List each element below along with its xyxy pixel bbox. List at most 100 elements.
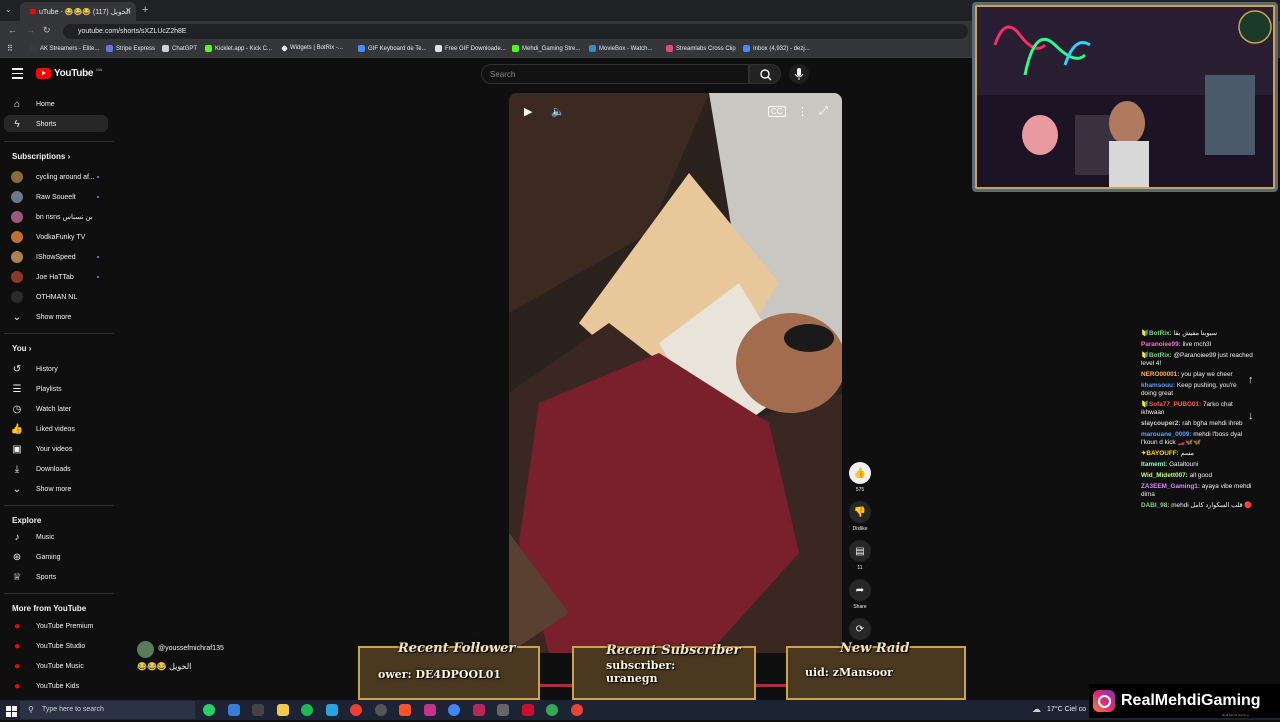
bookmark-item[interactable]: ChatGPT [162, 45, 197, 52]
subscription-item[interactable]: VodkaFunky TV [11, 230, 85, 244]
weather-icon[interactable]: ☁ [1032, 704, 1041, 715]
bookmark-item[interactable]: GIF Keyboard de Te... [358, 45, 427, 52]
apps-icon[interactable]: ⠿ [7, 44, 13, 53]
app-icon[interactable] [522, 704, 534, 716]
spotify-icon[interactable] [301, 704, 313, 716]
app-icon[interactable] [473, 704, 485, 716]
channel-avatar [11, 251, 23, 263]
obs-icon[interactable] [375, 704, 387, 716]
share-action[interactable]: ➦ Share [849, 579, 871, 610]
share-label: Share [853, 604, 867, 610]
tab-search-icon[interactable]: ⌄ [5, 5, 12, 14]
stream-chat: 🔰BotRix: سيوبنا مفيش بقا Paranoiee99: li… [1141, 330, 1253, 513]
whatsapp-icon[interactable] [203, 704, 215, 716]
app-icon[interactable] [252, 704, 264, 716]
brave-icon[interactable] [399, 704, 411, 716]
remix-action[interactable]: ⟳ [849, 618, 871, 643]
arrow-down-icon[interactable]: ↓ [1248, 410, 1254, 422]
history-icon: ↺ [12, 363, 22, 375]
bookmark-item[interactable]: Streamlabs Cross Clip [666, 45, 736, 52]
share-icon[interactable]: ➦ [849, 579, 871, 601]
file-explorer-icon[interactable] [228, 704, 240, 716]
sidebar-item-youtube-studio[interactable]: ● YouTube Studio [11, 639, 85, 653]
forward-icon[interactable]: → [26, 25, 35, 35]
new-tab-icon[interactable]: + [142, 4, 148, 16]
new-content-dot [97, 176, 99, 178]
windows-start-icon[interactable] [6, 704, 17, 717]
chrome-profile-icon[interactable] [571, 704, 583, 716]
chrome-profile-icon[interactable] [448, 704, 460, 716]
telegram-icon[interactable] [326, 704, 338, 716]
shorts-video-player[interactable] [509, 93, 842, 653]
sidebar-item-music[interactable]: ♪ Music [11, 530, 55, 544]
bookmark-item[interactable]: Mehdi_Gaming Stre... [512, 45, 580, 52]
sidebar-item-playlists[interactable]: ☰ Playlists [11, 382, 62, 396]
chrome-icon[interactable] [350, 704, 362, 716]
play-icon[interactable]: ▶ [524, 105, 532, 118]
folder-icon[interactable] [277, 704, 289, 716]
channel-avatar [11, 171, 23, 183]
windows-logo-icon [6, 706, 17, 717]
bookmark-item[interactable]: Stripe Express [106, 45, 155, 52]
reload-icon[interactable]: ↻ [43, 25, 51, 36]
chrome-profile-icon[interactable] [546, 704, 558, 716]
sidebar-item-your-videos[interactable]: ▣ Your videos [11, 442, 72, 456]
screen-capture-icon[interactable] [497, 704, 509, 716]
bookmark-item[interactable]: MovieBox - Watch... [589, 45, 652, 52]
search-button[interactable] [749, 64, 781, 84]
sidebar-item-youtube-premium[interactable]: ● YouTube Premium [11, 619, 94, 633]
comments-action[interactable]: ▤ 11 [849, 540, 871, 571]
you-heading[interactable]: You › [12, 344, 31, 353]
search-input[interactable]: Search [481, 64, 749, 84]
thumbs-down-icon[interactable]: 👎 [849, 501, 871, 523]
thumbs-up-icon[interactable]: 👍 [849, 462, 871, 484]
sidebar-item-downloads[interactable]: ⤓ Downloads [11, 462, 71, 476]
instagram-icon[interactable] [424, 704, 436, 716]
more-options-icon[interactable]: ⋮ [797, 105, 808, 118]
show-more-you[interactable]: ⌄ Show more [11, 482, 72, 496]
youtube-logo[interactable]: YouTube MA [36, 67, 102, 79]
clock-icon: ◷ [12, 403, 22, 415]
sidebar-item-sports[interactable]: ♕ Sports [11, 570, 57, 584]
remix-icon[interactable]: ⟳ [849, 618, 871, 640]
bookmark-item[interactable]: Kicklet.app - Kick C... [205, 45, 272, 52]
bookmark-item[interactable]: Inbox (4,932) - dezj... [743, 45, 810, 52]
like-action[interactable]: 👍 575 [849, 462, 871, 493]
browser-tab[interactable]: uTube - 😂😂😂 الخويل (117) [20, 2, 136, 21]
taskbar-search-input[interactable]: Type here to search [20, 701, 195, 719]
arrow-up-icon[interactable]: ↑ [1248, 374, 1254, 386]
url-input[interactable]: youtube.com/shorts/sXZLUcZ2h8E [63, 24, 968, 39]
subscription-item[interactable]: bn nsns بن نسناس [11, 210, 93, 224]
subscriptions-heading[interactable]: Subscriptions › [12, 152, 70, 161]
subscription-item[interactable]: cycling around af... [11, 170, 99, 184]
weather-text[interactable]: 17°C Ciel co [1047, 706, 1086, 713]
subscription-item[interactable]: IShowSpeed [11, 250, 99, 264]
sidebar-item-history[interactable]: ↺ History [11, 362, 58, 376]
bookmark-item[interactable]: Widgets | BotRix -... [280, 44, 343, 52]
dislike-action[interactable]: 👎 Dislike [849, 501, 871, 532]
sidebar-item-youtube-music[interactable]: ● YouTube Music [11, 659, 84, 673]
sidebar-item-home[interactable]: ⌂ Home [11, 97, 55, 111]
sidebar-item-shorts[interactable]: ϟ Shorts [11, 117, 56, 131]
captions-icon[interactable]: CC [768, 106, 786, 117]
sidebar-item-liked-videos[interactable]: 👍 Liked videos [11, 422, 75, 436]
sidebar-item-gaming[interactable]: ⊛ Gaming [11, 550, 61, 564]
subscription-item[interactable]: Joe HaTTab [11, 270, 99, 284]
volume-icon[interactable]: 🔈 [551, 105, 565, 118]
sidebar-item-youtube-kids[interactable]: ● YouTube Kids [11, 679, 79, 693]
menu-icon[interactable] [12, 68, 23, 82]
download-icon: ⤓ [14, 463, 20, 475]
bookmark-item[interactable]: AK Streamers - Elite... [30, 45, 99, 52]
show-more-subscriptions[interactable]: ⌄ Show more [11, 310, 72, 324]
back-icon[interactable]: ← [8, 25, 17, 35]
dislike-label: Dislike [852, 526, 868, 532]
subscription-item[interactable]: OTHMAN NL [11, 290, 77, 304]
sidebar-item-watch-later[interactable]: ◷ Watch later [11, 402, 72, 416]
subscription-item[interactable]: Raw Soueelt [11, 190, 99, 204]
close-tab-icon[interactable]: ✕ [125, 6, 132, 15]
webcam-overlay [972, 2, 1278, 192]
fullscreen-icon[interactable]: ⤢ [819, 105, 828, 118]
comment-icon[interactable]: ▤ [849, 540, 871, 562]
voice-search-button[interactable] [789, 64, 809, 84]
bookmark-item[interactable]: Free GIF Downloade... [435, 45, 506, 52]
